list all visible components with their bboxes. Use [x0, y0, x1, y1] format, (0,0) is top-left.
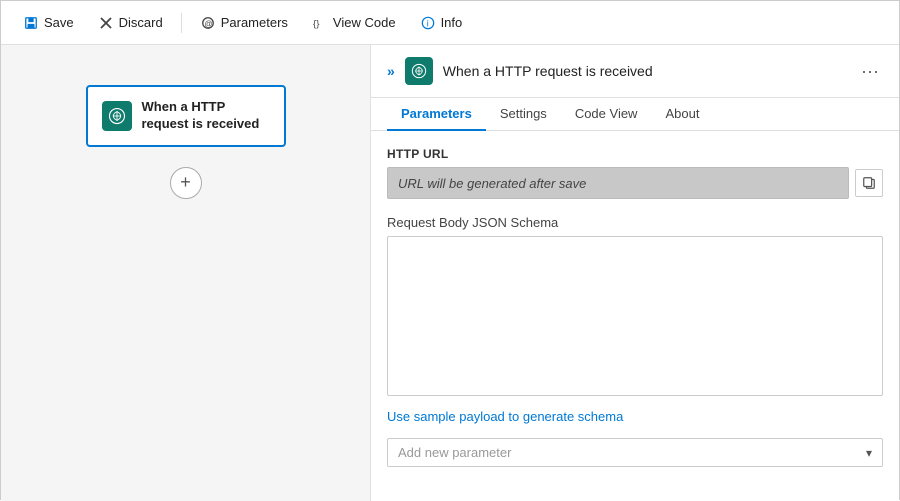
schema-textarea[interactable] — [387, 236, 883, 396]
detail-trigger-icon-bg — [405, 57, 433, 85]
tab-code-view[interactable]: Code View — [561, 98, 652, 131]
discard-button[interactable]: Discard — [88, 11, 173, 35]
use-sample-link[interactable]: Use sample payload to generate schema — [387, 409, 623, 424]
main-layout: When a HTTP request is received + » When… — [1, 45, 899, 501]
chevron-down-icon: ▾ — [866, 446, 872, 460]
detail-title: When a HTTP request is received — [443, 63, 847, 79]
parameters-label: Parameters — [221, 15, 288, 30]
tabs-row: Parameters Settings Code View About — [371, 98, 899, 131]
copy-url-button[interactable] — [855, 169, 883, 197]
detail-panel: » When a HTTP request is received ··· Pa… — [371, 45, 899, 501]
tab-settings[interactable]: Settings — [486, 98, 561, 131]
add-param-placeholder: Add new parameter — [398, 445, 511, 460]
tab-about[interactable]: About — [651, 98, 713, 131]
view-code-button[interactable]: {} View Code — [302, 11, 406, 35]
discard-label: Discard — [119, 15, 163, 30]
panel-content: HTTP URL URL will be generated after sav… — [371, 131, 899, 501]
close-icon — [98, 15, 114, 31]
detail-header: » When a HTTP request is received ··· — [371, 45, 899, 98]
toolbar-divider — [181, 13, 182, 33]
info-icon: i — [420, 15, 436, 31]
http-url-label: HTTP URL — [387, 147, 883, 161]
info-label: Info — [441, 15, 463, 30]
copy-icon — [862, 176, 876, 190]
svg-text:{}: {} — [313, 18, 320, 29]
http-trigger-icon — [108, 107, 126, 125]
save-button[interactable]: Save — [13, 11, 84, 35]
toolbar: Save Discard @ Parameters {} View Code — [1, 1, 899, 45]
url-placeholder-text: URL will be generated after save — [398, 176, 586, 191]
parameters-button[interactable]: @ Parameters — [190, 11, 298, 35]
svg-text:@: @ — [204, 19, 212, 28]
trigger-card[interactable]: When a HTTP request is received — [86, 85, 286, 147]
add-step-button[interactable]: + — [170, 167, 202, 199]
trigger-icon-bg — [102, 101, 132, 131]
info-button[interactable]: i Info — [410, 11, 473, 35]
expand-icon[interactable]: » — [387, 63, 395, 79]
canvas-panel: When a HTTP request is received + — [1, 45, 371, 501]
schema-label: Request Body JSON Schema — [387, 215, 883, 230]
save-icon — [23, 15, 39, 31]
parameters-icon: @ — [200, 15, 216, 31]
more-options-button[interactable]: ··· — [857, 61, 883, 82]
view-code-label: View Code — [333, 15, 396, 30]
save-label: Save — [44, 15, 74, 30]
svg-text:i: i — [426, 18, 428, 28]
detail-http-icon — [411, 63, 427, 79]
url-field-row: URL will be generated after save — [387, 167, 883, 199]
url-field: URL will be generated after save — [387, 167, 849, 199]
code-icon: {} — [312, 15, 328, 31]
tab-parameters[interactable]: Parameters — [387, 98, 486, 131]
add-param-dropdown[interactable]: Add new parameter ▾ — [387, 438, 883, 467]
plus-icon: + — [180, 172, 191, 193]
trigger-label: When a HTTP request is received — [142, 99, 270, 133]
